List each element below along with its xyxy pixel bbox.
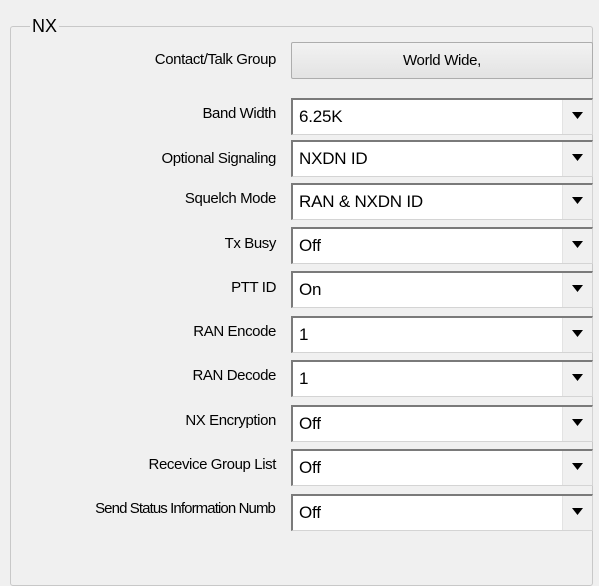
send-status-info-number-combobox[interactable]: Off xyxy=(291,494,593,531)
ran-decode-label: RAN Decode xyxy=(192,367,276,384)
ran-decode-combobox[interactable]: 1 xyxy=(291,360,593,397)
ran-decode-dropdown-button[interactable] xyxy=(562,362,592,396)
ptt-id-value: On xyxy=(299,280,322,299)
squelch-mode-dropdown-button[interactable] xyxy=(562,185,592,219)
ran-encode-value: 1 xyxy=(299,325,309,344)
chevron-down-icon xyxy=(572,197,583,204)
chevron-down-icon xyxy=(572,374,583,381)
tx-busy-dropdown-button[interactable] xyxy=(562,229,592,263)
optional-signaling-value: NXDN ID xyxy=(299,149,368,168)
nx-group-title: NX xyxy=(30,14,60,38)
chevron-down-icon xyxy=(572,419,583,426)
band-width-dropdown-button[interactable] xyxy=(562,100,592,134)
contact-talk-group-label: Contact/Talk Group xyxy=(154,51,277,68)
squelch-mode-combobox[interactable]: RAN & NXDN ID xyxy=(291,183,593,220)
ran-encode-combobox[interactable]: 1 xyxy=(291,316,593,353)
nx-encryption-value: Off xyxy=(299,414,321,433)
tx-busy-label: Tx Busy xyxy=(224,235,277,252)
contact-talk-group-button[interactable]: World Wide, xyxy=(291,42,593,79)
band-width-combobox[interactable]: 6.25K xyxy=(291,98,593,135)
ptt-id-dropdown-button[interactable] xyxy=(562,273,592,307)
nx-encryption-combobox[interactable]: Off xyxy=(291,405,593,442)
tx-busy-combobox[interactable]: Off xyxy=(291,227,593,264)
optional-signaling-combobox[interactable]: NXDN ID xyxy=(291,140,593,177)
chevron-down-icon xyxy=(572,285,583,292)
receive-group-list-value: Off xyxy=(299,458,321,477)
ptt-id-combobox[interactable]: On xyxy=(291,271,593,308)
nx-encryption-dropdown-button[interactable] xyxy=(562,407,592,441)
chevron-down-icon xyxy=(572,330,583,337)
send-status-info-number-label: Send Status Information Numb xyxy=(95,500,276,517)
squelch-mode-value: RAN & NXDN ID xyxy=(299,192,423,211)
chevron-down-icon xyxy=(572,463,583,470)
nx-encryption-label: NX Encryption xyxy=(185,412,276,429)
chevron-down-icon xyxy=(572,508,583,515)
ptt-id-label: PTT ID xyxy=(231,279,276,296)
tx-busy-value: Off xyxy=(299,236,321,255)
chevron-down-icon xyxy=(572,154,583,161)
ran-encode-dropdown-button[interactable] xyxy=(562,318,592,352)
optional-signaling-label: Optional Signaling xyxy=(161,150,276,167)
receive-group-list-dropdown-button[interactable] xyxy=(562,451,592,485)
optional-signaling-dropdown-button[interactable] xyxy=(562,142,592,176)
band-width-value: 6.25K xyxy=(299,107,343,126)
chevron-down-icon xyxy=(572,241,583,248)
send-status-info-number-dropdown-button[interactable] xyxy=(562,496,592,530)
band-width-label: Band Width xyxy=(202,105,276,122)
receive-group-list-combobox[interactable]: Off xyxy=(291,449,593,486)
receive-group-list-label: Recevice Group List xyxy=(148,456,277,473)
send-status-info-number-value: Off xyxy=(299,503,321,522)
chevron-down-icon xyxy=(572,112,583,119)
squelch-mode-label: Squelch Mode xyxy=(184,190,277,207)
ran-decode-value: 1 xyxy=(299,369,309,388)
ran-encode-label: RAN Encode xyxy=(193,323,276,340)
